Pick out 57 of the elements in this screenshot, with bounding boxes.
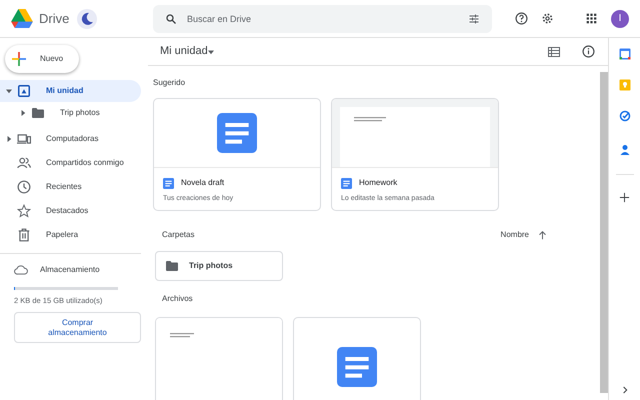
section-heading: Sugerido (153, 77, 186, 89)
trash-icon (17, 228, 31, 242)
search-field[interactable]: Buscar en Drive (153, 4, 492, 32)
sidebar-item[interactable]: Compartidos conmigo (0, 152, 141, 174)
caret-icon[interactable] (208, 48, 214, 54)
caret-icon[interactable] (20, 110, 26, 116)
computer-icon (17, 132, 31, 146)
list-view-icon[interactable] (548, 46, 560, 56)
document-icon (337, 347, 377, 387)
caret-icon[interactable] (6, 136, 12, 142)
buy-storage-button[interactable]: Comprar almacenamiento (14, 312, 141, 344)
folder-icon (166, 261, 178, 271)
arrow-up-icon[interactable] (538, 230, 547, 240)
document-icon (217, 113, 257, 153)
section-heading: Carpetas (162, 229, 194, 241)
check-circle-icon[interactable] (618, 110, 630, 122)
file-name: Homework (359, 177, 398, 189)
sidebar-item[interactable]: Computadoras (0, 128, 141, 150)
scrollbar[interactable] (600, 72, 608, 393)
file-card[interactable] (293, 317, 421, 400)
apps-grid-icon[interactable] (586, 13, 597, 24)
settings-icon[interactable] (541, 12, 554, 25)
drive-icon (17, 84, 31, 98)
calendar-icon[interactable] (618, 48, 630, 60)
person-icon[interactable] (618, 144, 630, 156)
plus-icon (12, 52, 26, 66)
sidebar-item[interactable]: Trip photos (0, 102, 141, 124)
file-name: Novela draft (181, 177, 224, 189)
sidebar-item[interactable]: Destacados (0, 200, 141, 222)
sort-label[interactable]: Nombre (500, 229, 529, 241)
avatar[interactable]: I (611, 10, 629, 28)
help-icon[interactable] (515, 12, 528, 25)
moon-icon[interactable] (77, 8, 98, 28)
clock-icon (17, 180, 31, 194)
storage-label: Almacenamiento (40, 264, 100, 276)
folder-card[interactable]: Trip photos (155, 251, 283, 281)
new-button[interactable]: Nuevo (5, 45, 79, 73)
document-icon (163, 178, 174, 188)
filter-sliders-icon[interactable] (468, 12, 480, 24)
cloud-icon (14, 263, 28, 277)
search-icon (165, 12, 177, 24)
section-heading: Archivos (162, 293, 194, 305)
info-icon[interactable] (582, 45, 595, 58)
sidebar-item[interactable]: Recientes (0, 176, 141, 198)
document-icon (341, 178, 352, 188)
text-lines-drawing (170, 333, 196, 339)
sidebar-item[interactable]: Papelera (0, 224, 141, 246)
folder-icon (32, 108, 44, 118)
sidebar-item[interactable]: Mi unidad (0, 80, 141, 102)
star-icon (17, 204, 31, 218)
caret-icon[interactable] (6, 88, 12, 94)
plus-icon[interactable] (619, 192, 630, 203)
chevron-right-icon[interactable] (620, 386, 628, 394)
app-name: Drive (39, 10, 70, 28)
folder-title[interactable]: Mi unidad (160, 43, 208, 60)
people-icon (17, 156, 31, 170)
drive-logo-icon (11, 9, 33, 28)
